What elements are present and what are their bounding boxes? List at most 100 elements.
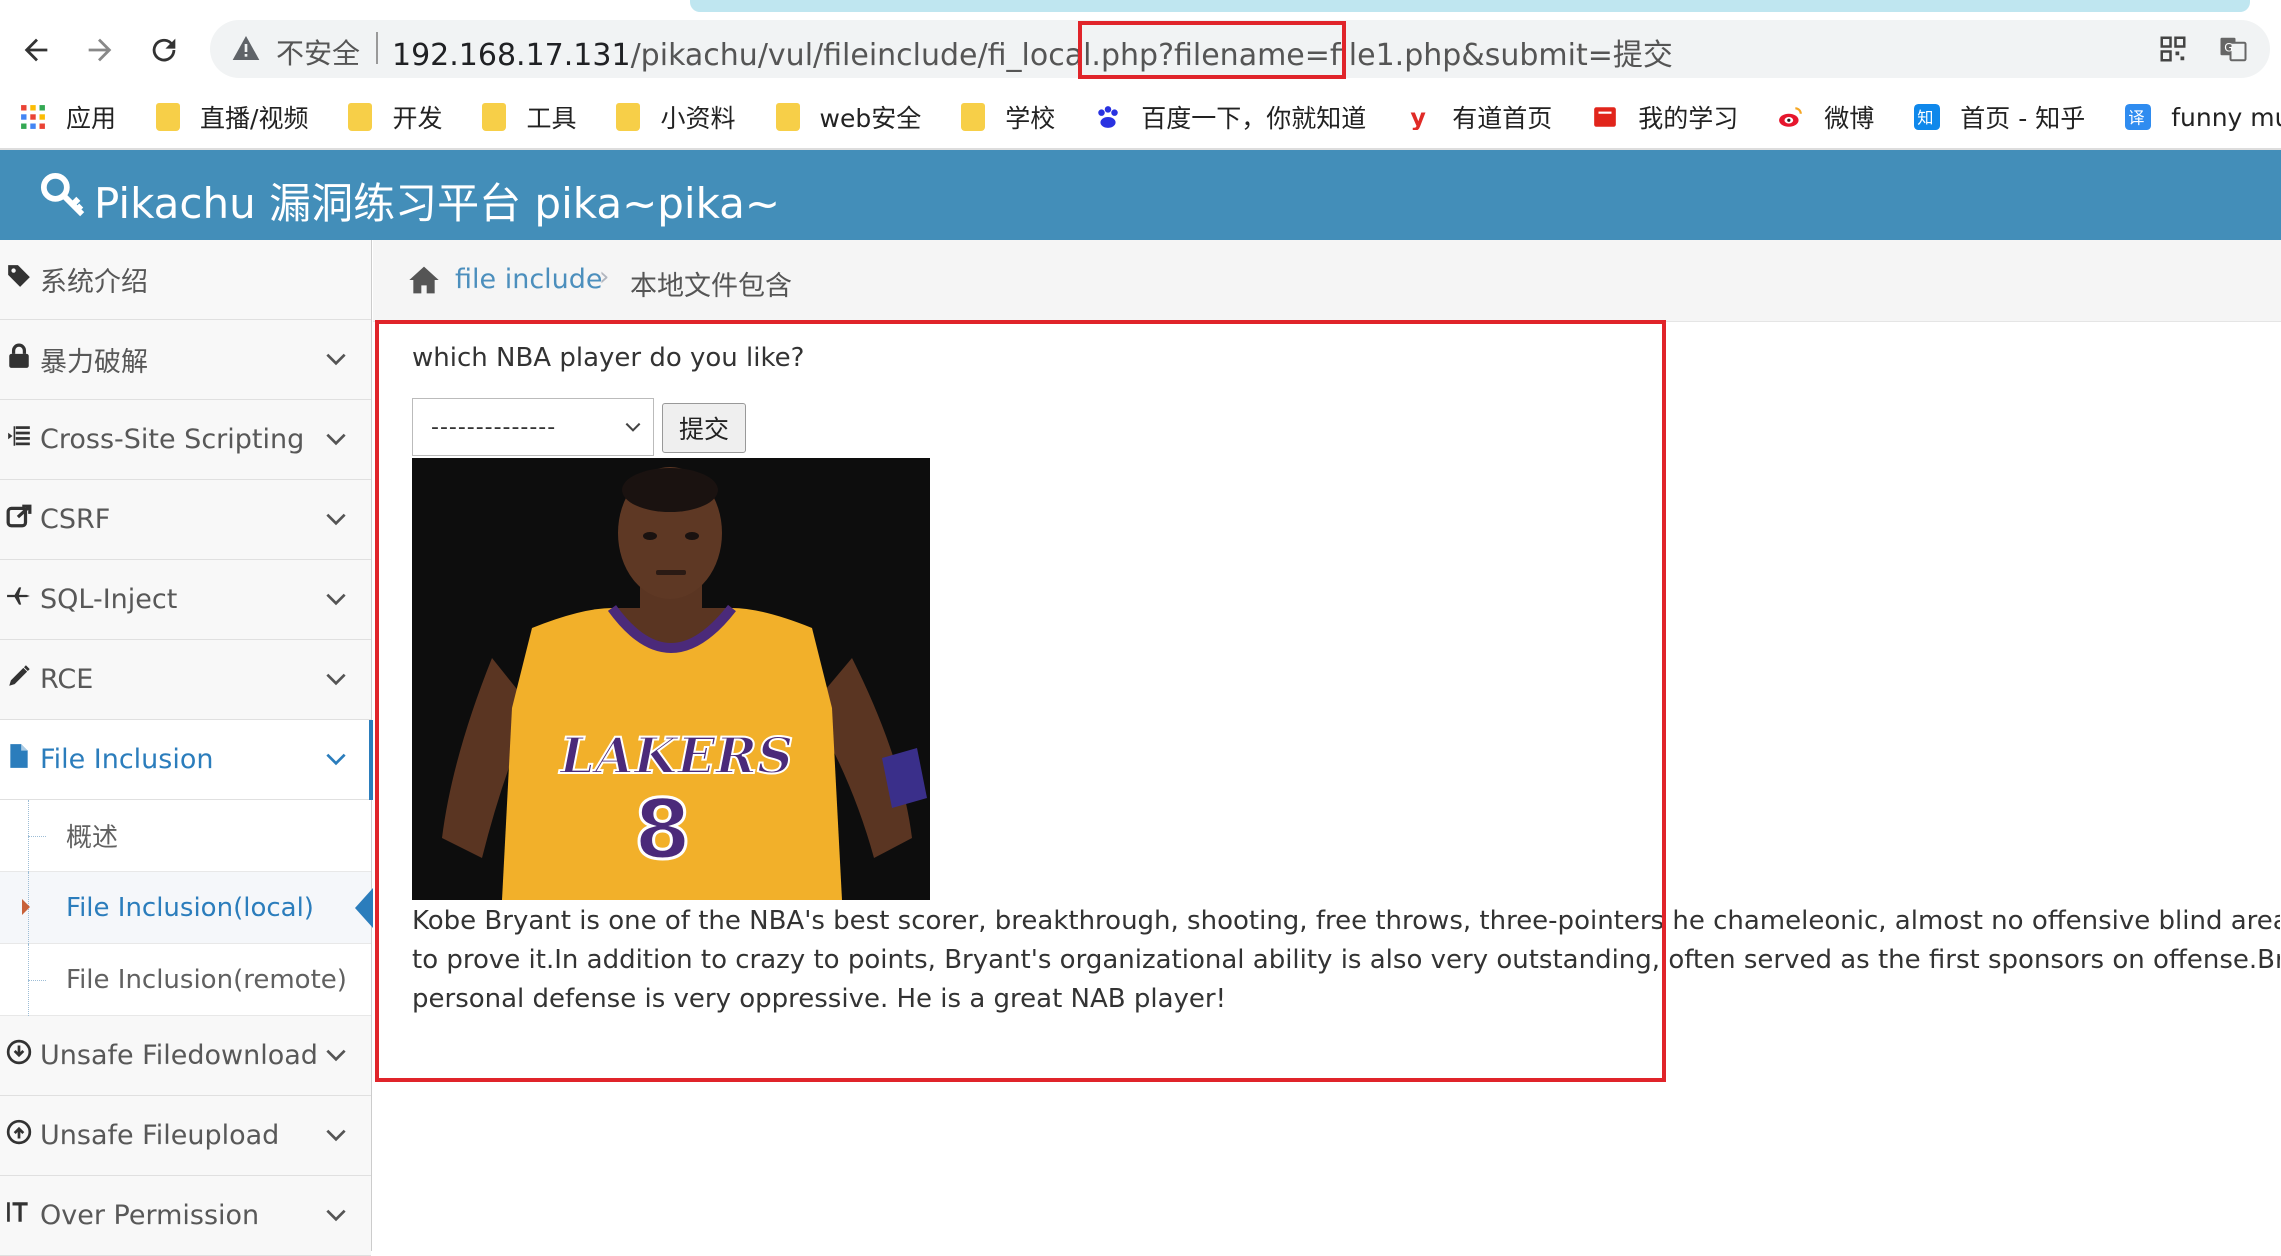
- svg-text:译: 译: [2128, 109, 2144, 128]
- tree-branch: [28, 836, 46, 837]
- sidebar-item-label: Unsafe Fileupload: [40, 1120, 280, 1151]
- sidebar-item-label: 暴力破解: [40, 347, 148, 378]
- active-tab-edge: [690, 0, 2250, 12]
- bookmark-label: 工具: [526, 104, 577, 133]
- sidebar-item-label: Cross-Site Scripting: [40, 424, 305, 455]
- apps-grid-icon: [21, 105, 45, 129]
- red-book-icon: [1594, 107, 1617, 127]
- chevron-down-icon: [326, 1129, 346, 1142]
- reload-icon: [152, 38, 176, 62]
- bookmark-translate[interactable]: 译 funny mud pee: [2125, 103, 2281, 132]
- tree-branch: [28, 980, 46, 981]
- sidebar-item-csrf[interactable]: CSRF: [0, 480, 371, 560]
- forward-arrow-icon: [88, 38, 112, 62]
- sidebar-item-bruteforce[interactable]: 暴力破解: [0, 320, 371, 400]
- bookmark-label: 直播/视频: [200, 104, 309, 133]
- folder-icon: [348, 103, 373, 131]
- forward-button[interactable]: [78, 28, 122, 72]
- chevron-down-icon: [326, 1209, 346, 1222]
- active-pointer: [355, 888, 373, 928]
- reload-button[interactable]: [142, 28, 186, 72]
- bookmark-baidu[interactable]: 百度一下，你就知道: [1095, 99, 1366, 135]
- bookmark-folder-school[interactable]: 学校: [961, 99, 1055, 135]
- sidebar-subitem-overview[interactable]: 概述: [0, 800, 371, 872]
- youdao-icon: y: [1411, 104, 1427, 130]
- bookmark-label: 有道首页: [1452, 104, 1553, 133]
- sidebar-item-label: CSRF: [40, 504, 111, 535]
- chevron-down-icon: [326, 1049, 346, 1062]
- sidebar: 系统介绍 暴力破解 Cross-Site Scripting CSRF SQL-…: [0, 240, 373, 1256]
- content-highlight-box: [375, 320, 1666, 1082]
- breadcrumb-separator: ›: [599, 262, 610, 292]
- svg-text:G: G: [2224, 42, 2233, 55]
- bookmark-label: 首页 - 知乎: [1960, 104, 2086, 133]
- bookmark-apps[interactable]: 应用: [20, 99, 116, 135]
- sidebar-item-intro[interactable]: 系统介绍: [0, 240, 371, 320]
- url-query-submit: &submit=提交: [1461, 38, 1673, 73]
- bookmark-folder-dev[interactable]: 开发: [348, 99, 442, 135]
- zhihu-icon: 知: [1914, 104, 1941, 130]
- fighter-jet-icon: [4, 583, 34, 616]
- back-button[interactable]: [14, 28, 58, 72]
- sidebar-item-label: Unsafe Filedownload: [40, 1040, 318, 1071]
- chevron-down-icon: [326, 593, 346, 606]
- sidebar-item-rce[interactable]: RCE: [0, 640, 371, 720]
- sidebar-item-unsafe-download[interactable]: Unsafe Filedownload: [0, 1016, 371, 1096]
- breadcrumb-current: 本地文件包含: [630, 271, 792, 302]
- sidebar-item-file-inclusion[interactable]: File Inclusion: [0, 720, 373, 800]
- chevron-down-icon: [326, 433, 346, 446]
- qr-code-icon[interactable]: [2158, 34, 2188, 64]
- bookmark-label: funny mud pee: [2171, 102, 2281, 132]
- chevron-down-icon: [326, 513, 346, 526]
- translate-icon: 译: [2125, 104, 2152, 130]
- bookmark-label: 我的学习: [1638, 104, 1739, 133]
- bookmark-label: 百度一下，你就知道: [1141, 104, 1367, 133]
- folder-icon: [961, 103, 986, 131]
- text-height-icon: [4, 1199, 34, 1232]
- key-search-icon: [40, 172, 85, 217]
- bookmark-weibo[interactable]: 微博: [1778, 99, 1874, 135]
- translate-page-icon[interactable]: G: [2218, 34, 2248, 64]
- warning-triangle-icon: [232, 36, 260, 60]
- bookmark-label: web安全: [819, 104, 922, 133]
- chevron-down-icon: [326, 753, 346, 766]
- bookmark-label: 学校: [1005, 104, 1056, 133]
- weibo-icon: [1779, 107, 1803, 127]
- sidebar-subitem-fi-remote[interactable]: File Inclusion(remote): [0, 944, 371, 1016]
- url-text[interactable]: 192.168.17.131/pikachu/vul/fileinclude/f…: [392, 30, 1673, 74]
- sidebar-item-unsafe-upload[interactable]: Unsafe Fileupload: [0, 1096, 371, 1176]
- sidebar-subitem-fi-local[interactable]: File Inclusion(local): [0, 872, 373, 944]
- bookmark-folder-notes[interactable]: 小资料: [616, 99, 736, 135]
- sidebar-item-over-permission[interactable]: Over Permission: [0, 1176, 371, 1256]
- bookmark-zhihu[interactable]: 知 首页 - 知乎: [1914, 99, 2085, 135]
- sidebar-item-xss[interactable]: Cross-Site Scripting: [0, 400, 371, 480]
- back-arrow-icon: [24, 38, 48, 62]
- sidebar-item-sqli[interactable]: SQL-Inject: [0, 560, 371, 640]
- security-status-label[interactable]: 不安全: [276, 32, 360, 72]
- bookmark-folder-live[interactable]: 直播/视频: [156, 99, 308, 135]
- bookmark-label: 微博: [1824, 104, 1875, 133]
- app-header: Pikachu 漏洞练习平台 pika~pika~: [0, 150, 2281, 240]
- lock-icon: [4, 343, 34, 376]
- folder-icon: [616, 103, 641, 131]
- list-indent-icon: [4, 423, 34, 456]
- app-title[interactable]: Pikachu 漏洞练习平台 pika~pika~: [94, 170, 780, 231]
- sidebar-item-label: File Inclusion: [40, 744, 214, 775]
- svg-text:知: 知: [1918, 109, 1934, 128]
- bookmark-study[interactable]: 我的学习: [1592, 99, 1738, 135]
- url-highlight-box: [1078, 21, 1346, 79]
- chevron-down-icon: [326, 353, 346, 366]
- pencil-icon: [4, 663, 34, 696]
- sidebar-item-label: 系统介绍: [40, 267, 148, 298]
- tab-strip: [0, 0, 2281, 14]
- breadcrumb-link-file-include[interactable]: file include: [455, 264, 603, 295]
- bookmark-youdao[interactable]: y 有道首页: [1406, 99, 1553, 135]
- sidebar-subitem-label: File Inclusion(local): [66, 892, 314, 923]
- bookmark-folder-websec[interactable]: web安全: [775, 99, 922, 135]
- sidebar-item-label: RCE: [40, 664, 94, 695]
- bookmarks-bar: 应用 直播/视频 开发 工具 小资料 web安全 学校 百度一下，你就知道 y …: [0, 92, 2281, 142]
- breadcrumb: file include › 本地文件包含: [373, 240, 2281, 322]
- bookmark-folder-tools[interactable]: 工具: [482, 99, 576, 135]
- home-icon[interactable]: [407, 264, 441, 296]
- share-square-icon: [4, 503, 34, 536]
